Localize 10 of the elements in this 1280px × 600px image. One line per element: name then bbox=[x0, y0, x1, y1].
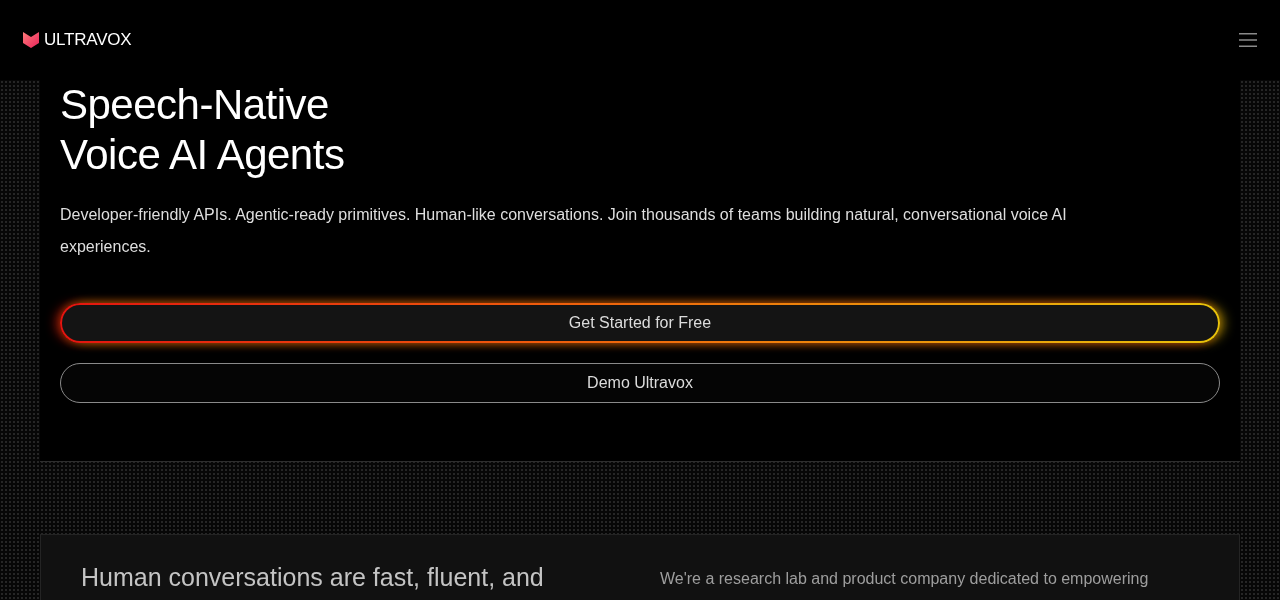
about-heading: Human conversations are fast, fluent, and bbox=[81, 563, 545, 591]
demo-button[interactable]: Demo Ultravox bbox=[60, 363, 1220, 403]
menu-icon bbox=[1239, 32, 1257, 48]
about-text: We're a research lab and product company dedicated to empowering bbox=[660, 569, 1150, 589]
hero-description: Developer-friendly APIs. Agentic-ready primitives. Human-like conversations. Join thousands of teams building natural, conversational voice AI experiences. bbox=[60, 205, 1068, 257]
menu-button[interactable] bbox=[1239, 32, 1257, 48]
logo-link[interactable]: ULTRAVOX bbox=[23, 27, 132, 53]
hero-title: Speech-Native Voice AI Agents bbox=[60, 80, 346, 180]
logo-icon bbox=[23, 32, 39, 48]
get-started-button[interactable]: Get Started for Free bbox=[60, 303, 1220, 343]
